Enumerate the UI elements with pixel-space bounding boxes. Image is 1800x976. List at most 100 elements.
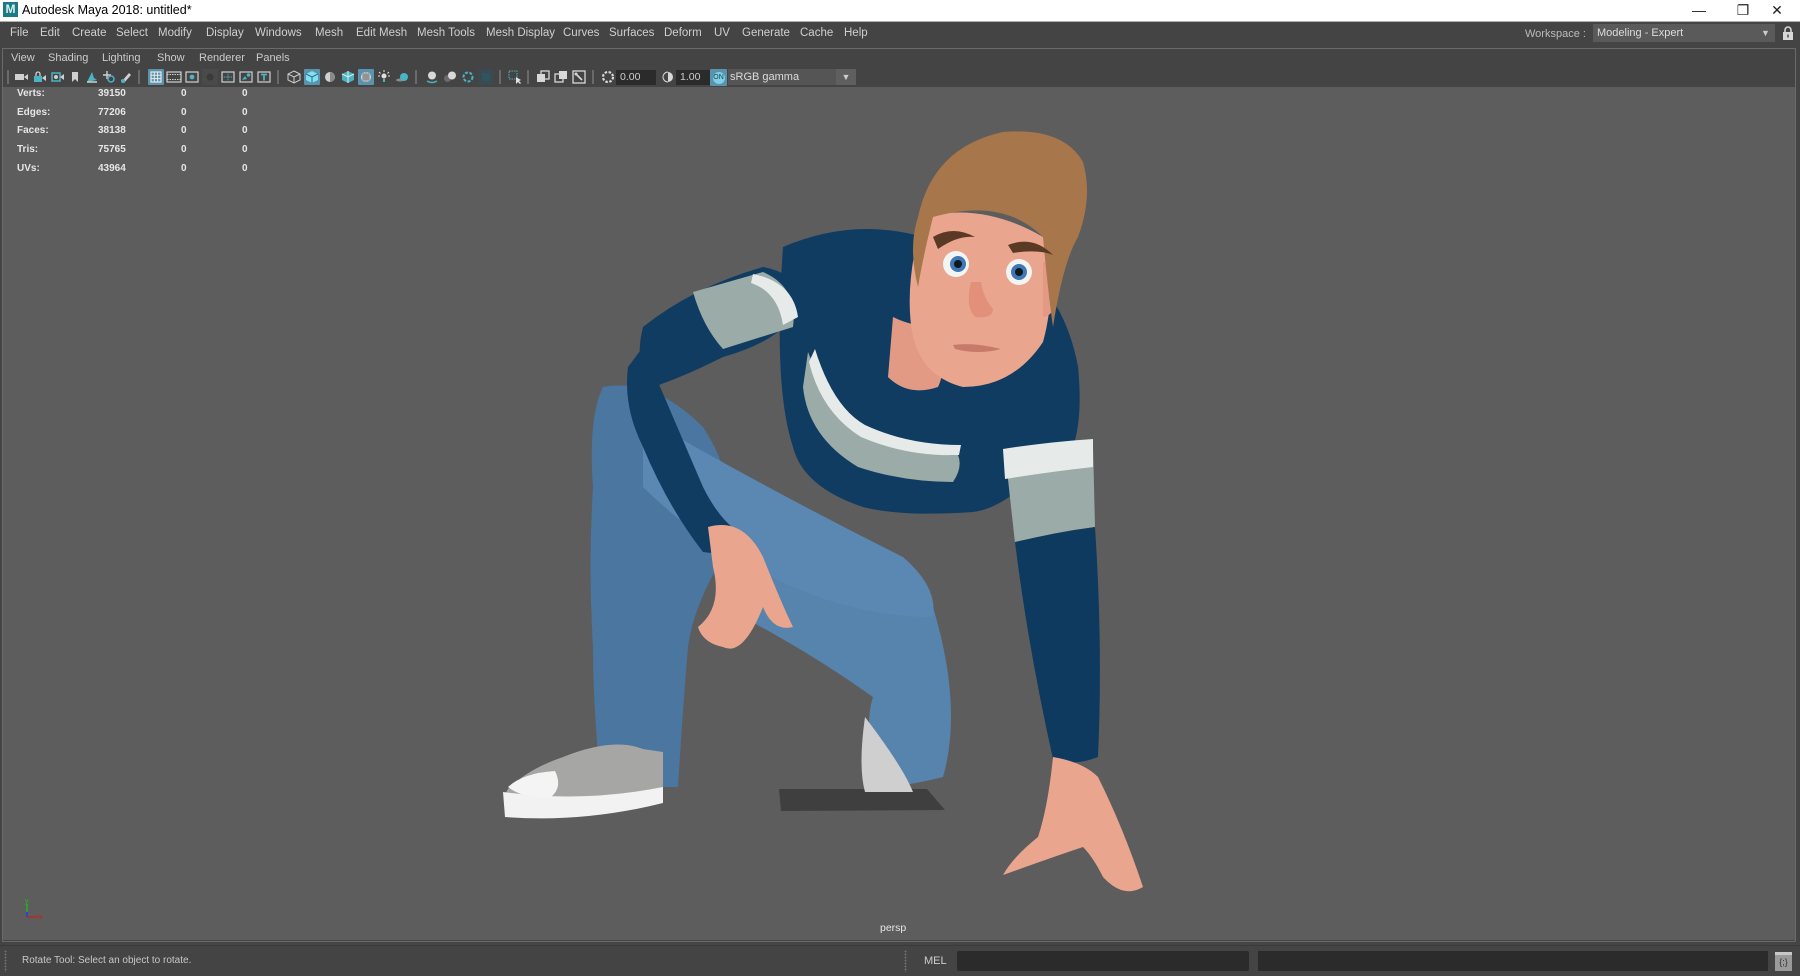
- title-bar: M Autodesk Maya 2018: untitled* — ❐ ✕: [0, 0, 1800, 22]
- menu-surfaces[interactable]: Surfaces: [606, 25, 657, 41]
- wireframe-icon[interactable]: [286, 69, 302, 85]
- hud-label: Verts:: [17, 88, 45, 99]
- toolbar-separator: [592, 70, 594, 84]
- panel-menu-lighting[interactable]: Lighting: [102, 52, 141, 64]
- menu-windows[interactable]: Windows: [252, 25, 305, 41]
- menu-uv[interactable]: UV: [711, 25, 733, 41]
- minimize-button[interactable]: —: [1676, 0, 1722, 21]
- menu-modify[interactable]: Modify: [155, 25, 195, 41]
- use-all-lights-icon[interactable]: [376, 69, 392, 85]
- menu-edit[interactable]: Edit: [37, 25, 63, 41]
- close-button[interactable]: ✕: [1754, 0, 1800, 21]
- script-editor-button[interactable]: {;}: [1775, 952, 1792, 971]
- wireframe-on-shaded-icon[interactable]: [340, 69, 356, 85]
- select-camera-icon[interactable]: [14, 69, 30, 85]
- menu-generate[interactable]: Generate: [739, 25, 793, 41]
- default-material-icon[interactable]: [322, 69, 338, 85]
- shadows-icon[interactable]: [394, 69, 410, 85]
- safe-action-icon[interactable]: [238, 69, 254, 85]
- anti-aliasing-icon[interactable]: [460, 69, 476, 85]
- panel-menu-panels[interactable]: Panels: [256, 52, 290, 64]
- panel-menu-shading[interactable]: Shading: [48, 52, 88, 64]
- grease-pencil-icon[interactable]: [118, 69, 134, 85]
- grid-icon[interactable]: [148, 69, 164, 85]
- hud-label: UVs:: [17, 163, 40, 174]
- menu-mesh[interactable]: Mesh: [312, 25, 346, 41]
- hud-other: 0: [242, 163, 248, 174]
- xray-joints-icon[interactable]: [571, 69, 587, 85]
- screen-space-ao-icon[interactable]: [424, 69, 440, 85]
- pupil-right: [1015, 268, 1023, 276]
- bookmark-icon[interactable]: [67, 69, 83, 85]
- safe-title-icon[interactable]: [256, 69, 272, 85]
- hud-row-tris: Tris: 75765 0 0: [14, 144, 274, 160]
- menu-cache[interactable]: Cache: [797, 25, 836, 41]
- menu-deform[interactable]: Deform: [661, 25, 705, 41]
- command-language-toggle[interactable]: MEL: [924, 955, 947, 967]
- hud-total: 43964: [98, 163, 126, 174]
- 2d-pan-zoom-icon[interactable]: [101, 69, 117, 85]
- character-model[interactable]: [3, 87, 1795, 940]
- field-chart-icon[interactable]: [220, 69, 236, 85]
- smooth-shade-icon[interactable]: [304, 69, 320, 85]
- hud-row-edges: Edges: 77206 0 0: [14, 107, 274, 123]
- isolate-select-icon[interactable]: [507, 69, 523, 85]
- menu-edit-mesh[interactable]: Edit Mesh: [353, 25, 410, 41]
- lock-icon[interactable]: [1782, 26, 1794, 40]
- menu-file[interactable]: File: [7, 25, 32, 41]
- help-line: Rotate Tool: Select an object to rotate.: [22, 955, 192, 966]
- menu-display[interactable]: Display: [203, 25, 247, 41]
- lock-camera-icon[interactable]: [32, 69, 48, 85]
- hud-total: 75765: [98, 144, 126, 155]
- hud-total: 39150: [98, 88, 126, 99]
- panel-menu-show[interactable]: Show: [157, 52, 185, 64]
- exposure-icon[interactable]: [600, 69, 616, 85]
- axis-y-label: y: [25, 898, 29, 905]
- exposure-field[interactable]: 0.00: [616, 70, 656, 85]
- hud-label: Tris:: [17, 144, 39, 155]
- xray-active-components-icon[interactable]: [553, 69, 569, 85]
- camera-attributes-icon[interactable]: [50, 69, 66, 85]
- hud-selected: 0: [181, 144, 187, 155]
- hud-other: 0: [242, 106, 248, 118]
- hud-other: 0: [242, 125, 248, 136]
- toolbar-separator: [7, 70, 9, 84]
- textured-icon[interactable]: [358, 69, 374, 85]
- command-input[interactable]: [957, 951, 1249, 971]
- toolbar-separator: [527, 70, 529, 84]
- toolbar-separator: [138, 70, 140, 84]
- right-hand: [1003, 757, 1143, 892]
- hud-selected: 0: [181, 163, 187, 174]
- hud-row-faces: Faces: 38138 0 0: [14, 125, 274, 141]
- depth-of-field-icon[interactable]: [478, 69, 494, 85]
- xray-icon[interactable]: [535, 69, 551, 85]
- gate-mask-icon[interactable]: [202, 69, 218, 85]
- menu-mesh-tools[interactable]: Mesh Tools: [414, 25, 478, 41]
- drag-handle[interactable]: [4, 950, 7, 972]
- axis-gizmo-icon: y x: [25, 898, 43, 921]
- menu-select[interactable]: Select: [113, 25, 151, 41]
- menu-curves[interactable]: Curves: [560, 25, 602, 41]
- toolbar-separator: [499, 70, 501, 84]
- panel-menu-renderer[interactable]: Renderer: [199, 52, 245, 64]
- menu-create[interactable]: Create: [69, 25, 110, 41]
- chevron-down-icon[interactable]: ▼: [1756, 24, 1775, 42]
- motion-blur-icon[interactable]: [442, 69, 458, 85]
- resolution-gate-icon[interactable]: [184, 69, 200, 85]
- gamma-icon[interactable]: [660, 69, 676, 85]
- menu-help[interactable]: Help: [841, 25, 871, 41]
- color-management-icon: ON: [712, 72, 725, 84]
- panel-menu-view[interactable]: View: [11, 52, 35, 64]
- right-forearm: [1015, 527, 1100, 763]
- command-result-field: [1258, 951, 1768, 971]
- hud-selected: 0: [181, 125, 187, 136]
- 3d-viewport[interactable]: [3, 87, 1795, 940]
- drag-handle[interactable]: [904, 950, 907, 972]
- color-management-toggle[interactable]: ON: [710, 69, 727, 86]
- film-gate-icon[interactable]: [166, 69, 182, 85]
- menu-mesh-display[interactable]: Mesh Display: [483, 25, 558, 41]
- chevron-down-icon[interactable]: ▼: [836, 69, 856, 85]
- hud-total: 38138: [98, 125, 126, 136]
- workspace-dropdown[interactable]: Modeling - Expert: [1593, 24, 1756, 42]
- image-plane-icon[interactable]: [84, 69, 100, 85]
